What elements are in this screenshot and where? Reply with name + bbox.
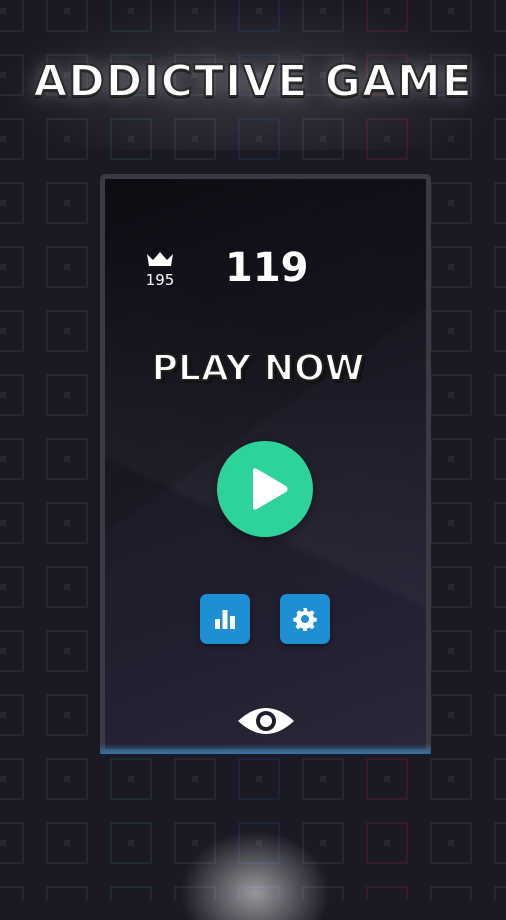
background-tile [494, 502, 506, 544]
background-tile [494, 310, 506, 352]
crown-icon [147, 252, 173, 266]
background-tile [494, 438, 506, 480]
background-tile [46, 886, 88, 900]
background-tile [494, 182, 506, 224]
bottom-glow [180, 830, 330, 920]
gear-icon [293, 608, 317, 631]
background-tile [0, 694, 24, 736]
background-tile [430, 566, 472, 608]
background-tile [430, 630, 472, 672]
bar-chart-icon [215, 610, 235, 629]
background-tile [0, 502, 24, 544]
background-tile [110, 886, 152, 900]
background-tile [46, 310, 88, 352]
background-tile [494, 566, 506, 608]
best-score: 195 [145, 271, 175, 289]
background-tile [430, 502, 472, 544]
background-tile [0, 822, 24, 864]
card-bottom-glow [100, 744, 431, 754]
background-tile [430, 694, 472, 736]
eye-icon[interactable] [236, 703, 296, 739]
background-tile [430, 438, 472, 480]
background-tile [46, 694, 88, 736]
leaderboard-button[interactable] [200, 594, 250, 644]
background-tile [46, 246, 88, 288]
background-tile [238, 758, 280, 800]
background-tile [494, 758, 506, 800]
background-tile [0, 566, 24, 608]
background-tile [46, 630, 88, 672]
background-tile [430, 182, 472, 224]
background-tile [430, 822, 472, 864]
background-tile [0, 310, 24, 352]
background-tile [494, 886, 506, 900]
background-tile [494, 630, 506, 672]
background-tile [0, 630, 24, 672]
play-now-label: PLAY NOW [151, 347, 366, 390]
background-tile [46, 374, 88, 416]
background-tile [46, 438, 88, 480]
background-tile [0, 374, 24, 416]
background-tile [430, 310, 472, 352]
background-tile [0, 758, 24, 800]
game-title: ADDICTIVE GAME [32, 55, 473, 108]
background-tile [430, 758, 472, 800]
background-tile [430, 886, 472, 900]
background-tile [0, 438, 24, 480]
current-score: 119 [225, 245, 309, 291]
background-tile [0, 246, 24, 288]
background-tile [494, 694, 506, 736]
background-tile [302, 758, 344, 800]
background-tile [0, 886, 24, 900]
background-tile [366, 822, 408, 864]
play-icon [253, 468, 288, 510]
background-tile [46, 566, 88, 608]
background-tile [494, 374, 506, 416]
background-tile [110, 822, 152, 864]
background-tile [110, 758, 152, 800]
background-tile [494, 246, 506, 288]
settings-button[interactable] [280, 594, 330, 644]
background-tile [46, 182, 88, 224]
background-tile [46, 502, 88, 544]
background-tile [430, 374, 472, 416]
play-button[interactable] [217, 441, 313, 537]
background-tile [0, 182, 24, 224]
background-tile [46, 758, 88, 800]
background-tile [430, 246, 472, 288]
background-tile [174, 758, 216, 800]
background-tile [46, 822, 88, 864]
background-tile [366, 758, 408, 800]
background-tile [366, 886, 408, 900]
background-tile [494, 822, 506, 864]
